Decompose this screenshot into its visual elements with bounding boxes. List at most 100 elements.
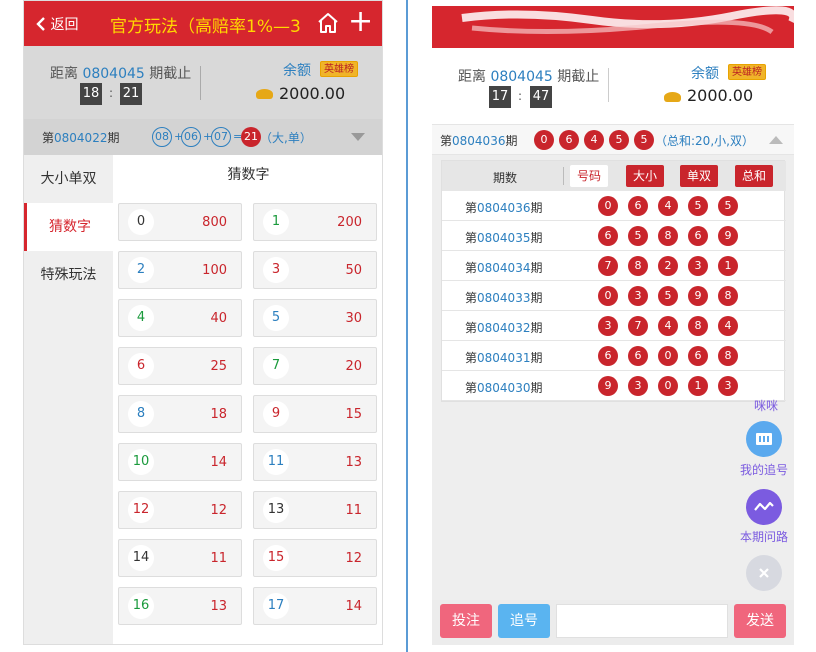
number-label: 15 <box>263 545 289 571</box>
history-ball: 6 <box>628 196 648 216</box>
history-ball: 5 <box>628 226 648 246</box>
tab-numbers[interactable]: 号码 <box>570 165 609 187</box>
countdown-bar: 距离 0804045 期截止 17 : 47 余额 英雄榜 2000.00 <box>432 48 794 125</box>
send-button[interactable]: 发送 <box>734 604 786 638</box>
column-issue: 期数 <box>493 171 518 185</box>
row-issue: 第0804031期 <box>465 351 543 365</box>
history-ball: 8 <box>658 226 678 246</box>
bet-button[interactable]: 投注 <box>440 604 492 638</box>
number-option[interactable]: 12 12 <box>118 491 242 529</box>
odds-value: 100 <box>202 263 227 278</box>
sidebar-item-special[interactable]: 特殊玩法 <box>24 251 113 299</box>
number-option[interactable]: 15 12 <box>253 539 377 577</box>
deadline-text: 距离 0804045 期截止 <box>50 66 192 82</box>
number-option[interactable]: 3 50 <box>253 251 377 289</box>
countdown-seconds: 47 <box>530 86 552 108</box>
left-phone-panel: 返回 官方玩法（高赔率1%—3 + 距离 0804045 期截止 18 : 21… <box>23 0 383 645</box>
number-option[interactable]: 17 14 <box>253 587 377 625</box>
collapse-icon[interactable] <box>769 136 783 144</box>
number-option[interactable]: 9 15 <box>253 395 377 433</box>
history-ball: 3 <box>628 376 648 396</box>
number-option[interactable]: 2 100 <box>118 251 242 289</box>
last-result-bar[interactable]: 第0804036期 06455 （总和:20,小,双） <box>432 125 794 155</box>
odds-value: 30 <box>345 311 362 326</box>
number-option[interactable]: 11 13 <box>253 443 377 481</box>
countdown-seconds: 21 <box>120 83 142 105</box>
history-ball: 6 <box>598 226 618 246</box>
number-option[interactable]: 0 800 <box>118 203 242 241</box>
trend-button[interactable] <box>746 489 782 525</box>
hero-rank-badge[interactable]: 英雄榜 <box>320 61 358 77</box>
countdown-bar: 距离 0804045 期截止 18 : 21 余额 英雄榜 2000.00 <box>24 46 382 119</box>
history-ball: 6 <box>688 226 708 246</box>
number-option[interactable]: 1 200 <box>253 203 377 241</box>
tab-big-small[interactable]: 大小 <box>626 165 665 187</box>
history-ball: 9 <box>688 286 708 306</box>
result-ball: 06 <box>181 127 201 147</box>
number-label: 10 <box>128 449 154 475</box>
partial-fab-label: 咪咪 <box>754 399 779 413</box>
back-button[interactable]: 返回 <box>36 14 78 34</box>
history-ball: 6 <box>688 346 708 366</box>
track-label: 我的追号 <box>740 463 789 477</box>
number-label: 7 <box>263 353 289 379</box>
balance-value: 2000.00 <box>687 86 754 105</box>
number-option[interactable]: 16 13 <box>118 587 242 625</box>
number-label: 6 <box>128 353 154 379</box>
number-label: 16 <box>128 593 154 619</box>
table-row: 第0804030期 9 3 0 1 3 <box>442 371 786 401</box>
result-tag: （大,单） <box>260 131 312 145</box>
plus-icon[interactable]: + <box>348 4 373 40</box>
ticket-icon <box>756 433 772 445</box>
history-ball: 4 <box>718 316 738 336</box>
history-ball: 8 <box>688 316 708 336</box>
history-ball: 0 <box>658 346 678 366</box>
odds-value: 18 <box>210 407 227 422</box>
number-label: 3 <box>263 257 289 283</box>
history-ball: 9 <box>598 376 618 396</box>
close-fab-button[interactable] <box>746 555 782 591</box>
history-ball: 1 <box>718 256 738 276</box>
number-option[interactable]: 5 30 <box>253 299 377 337</box>
odds-value: 14 <box>345 599 362 614</box>
history-ball: 4 <box>658 316 678 336</box>
balance-label: 余额 <box>283 63 311 79</box>
table-row: 第0804034期 7 8 2 3 1 <box>442 251 786 281</box>
table-row: 第0804035期 6 5 8 6 9 <box>442 221 786 251</box>
last-result-bar[interactable]: 第0804022期 08 + 06 + 07 = 21 （大,单） <box>24 119 382 155</box>
number-option[interactable]: 14 11 <box>118 539 242 577</box>
result-ball: 0 <box>534 130 554 150</box>
odds-value: 50 <box>345 263 362 278</box>
countdown-colon: : <box>109 86 114 100</box>
number-option[interactable]: 8 18 <box>118 395 242 433</box>
result-ball: 5 <box>609 130 629 150</box>
header-redaction <box>461 6 798 35</box>
number-label: 1 <box>263 209 289 235</box>
sidebar-item-guess-number[interactable]: 猜数字 <box>24 203 113 251</box>
left-header: 返回 官方玩法（高赔率1%—3 + <box>24 1 382 46</box>
tab-sum[interactable]: 总和 <box>735 165 774 187</box>
result-sum: 21 <box>241 127 261 147</box>
expand-icon[interactable] <box>351 133 365 141</box>
odds-value: 200 <box>337 215 362 230</box>
track-button[interactable] <box>746 421 782 457</box>
tab-odd-even[interactable]: 单双 <box>680 165 719 187</box>
last-issue: 第0804036期 <box>440 134 518 148</box>
home-icon[interactable] <box>316 11 340 35</box>
message-input[interactable] <box>556 604 728 638</box>
history-ball: 0 <box>658 376 678 396</box>
odds-value: 40 <box>210 311 227 326</box>
number-option[interactable]: 7 20 <box>253 347 377 385</box>
number-option[interactable]: 10 14 <box>118 443 242 481</box>
track-bet-button[interactable]: 追号 <box>498 604 550 638</box>
countdown-colon: : <box>518 89 523 103</box>
number-option[interactable]: 13 11 <box>253 491 377 529</box>
sidebar-item-big-small[interactable]: 大小单双 <box>24 155 113 203</box>
back-label: 返回 <box>50 17 79 33</box>
close-icon <box>759 568 769 578</box>
number-option[interactable]: 6 25 <box>118 347 242 385</box>
hero-rank-badge[interactable]: 英雄榜 <box>728 64 766 80</box>
number-option[interactable]: 4 40 <box>118 299 242 337</box>
history-ball: 9 <box>718 226 738 246</box>
history-ball: 8 <box>718 346 738 366</box>
